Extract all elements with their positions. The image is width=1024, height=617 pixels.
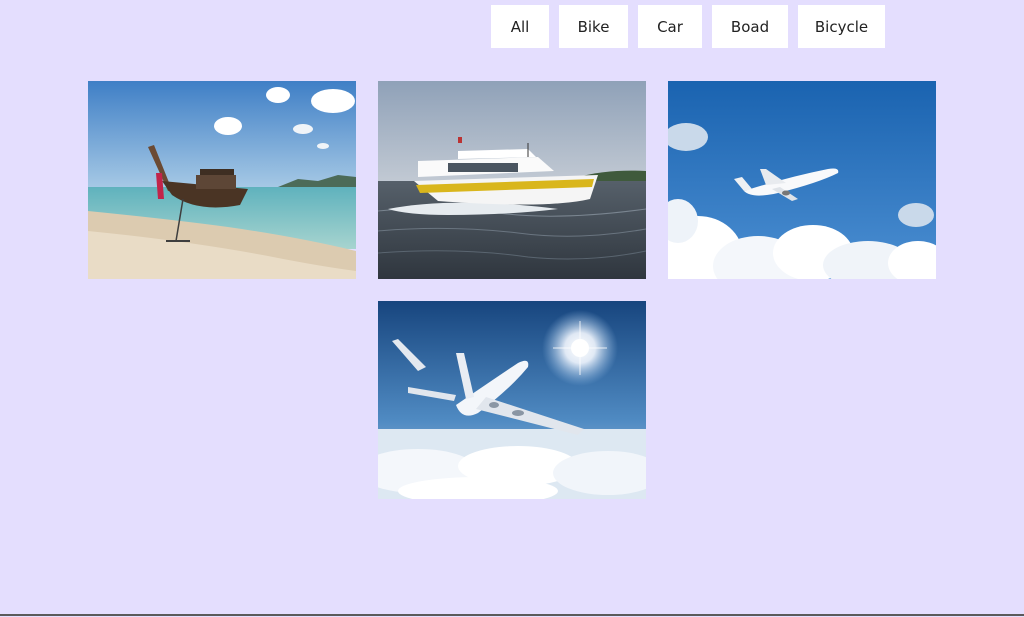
filter-bike-button[interactable]: Bike	[559, 5, 628, 48]
filter-car-button[interactable]: Car	[638, 5, 702, 48]
bottom-divider	[0, 614, 1024, 616]
filter-boad-button[interactable]: Boad	[712, 5, 788, 48]
gallery-item-airplane-sky[interactable]	[668, 81, 936, 279]
filter-all-button[interactable]: All	[491, 5, 549, 48]
gallery-item-motor-boat[interactable]	[378, 81, 646, 279]
airplane-sky-image	[668, 81, 936, 279]
motor-boat-image	[378, 81, 646, 279]
page: All Bike Car Boad Bicycle	[0, 0, 1024, 617]
boat-beach-image	[88, 81, 356, 279]
filter-bicycle-button[interactable]: Bicycle	[798, 5, 885, 48]
airplane-clouds-image	[378, 301, 646, 499]
gallery-item-boat-beach[interactable]	[88, 81, 356, 279]
filter-bar: All Bike Car Boad Bicycle	[491, 5, 885, 48]
gallery-item-airplane-clouds[interactable]	[378, 301, 646, 499]
